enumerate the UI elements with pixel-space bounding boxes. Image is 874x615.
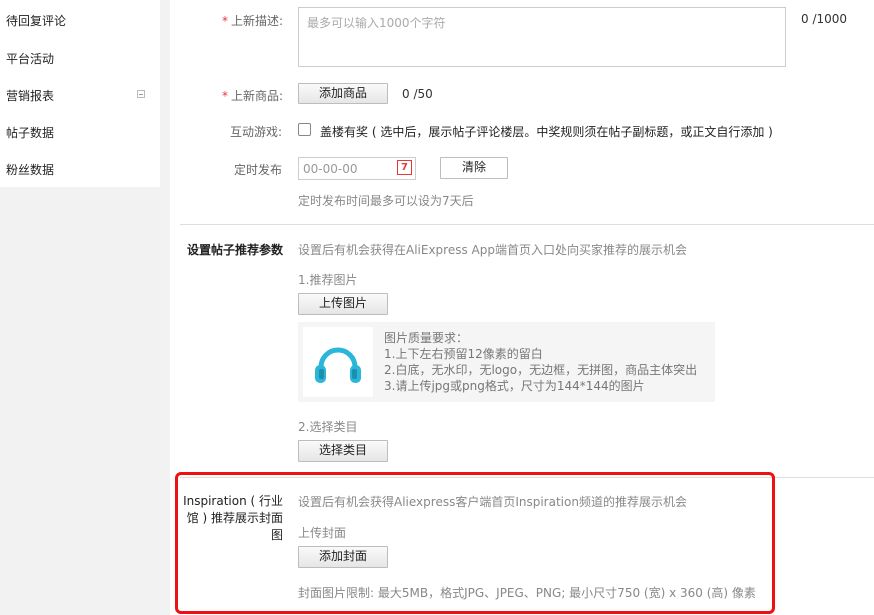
requirement-line: 1.上下左右预留12像素的留白 bbox=[384, 347, 543, 361]
recommend-section-title: 设置帖子推荐参数 bbox=[187, 243, 284, 257]
schedule-date-placeholder: 00-00-00 bbox=[303, 162, 358, 176]
description-label-row: * 上新描述: bbox=[222, 12, 283, 29]
lottery-checkbox[interactable] bbox=[298, 123, 311, 136]
highlight-frame bbox=[175, 472, 775, 614]
requirement-line: 3.请上传jpg或png格式，尺寸为144*144的图片 bbox=[384, 379, 645, 393]
products-counter: 0 /50 bbox=[402, 87, 433, 101]
headphones-icon bbox=[315, 347, 361, 383]
sidebar: 待回复评论 平台活动 营销报表 帖子数据 粉丝数据 bbox=[0, 0, 160, 187]
select-category-button[interactable]: 选择类目 bbox=[298, 440, 388, 462]
description-placeholder: 最多可以输入1000个字符 bbox=[307, 16, 446, 30]
products-label: 上新商品: bbox=[231, 89, 284, 103]
sidebar-item-fans-data[interactable]: 粉丝数据 bbox=[6, 161, 54, 178]
lottery-checkbox-text: 盖楼有奖 ( 选中后，展示帖子评论楼层。中奖规则须在帖子副标题，或正文自行添加 … bbox=[320, 123, 773, 140]
requirements-title: 图片质量要求： bbox=[384, 331, 469, 345]
required-mark: * bbox=[222, 14, 228, 28]
add-product-button[interactable]: 添加商品 bbox=[298, 83, 388, 104]
recommend-step1-label: 1.推荐图片 bbox=[298, 273, 358, 287]
section-divider bbox=[180, 224, 874, 225]
calendar-icon[interactable]: 7 bbox=[397, 160, 412, 175]
headphones-image bbox=[303, 327, 373, 397]
products-count: 0 bbox=[402, 87, 410, 101]
description-count: 0 bbox=[801, 12, 809, 26]
game-label: 互动游戏: bbox=[230, 125, 283, 139]
required-mark: * bbox=[222, 89, 228, 103]
requirement-line: 2.白底，无水印，无logo，无边框，无拼图，商品主体突出 bbox=[384, 363, 698, 377]
products-max: /50 bbox=[413, 87, 433, 101]
schedule-hint: 定时发布时间最多可以设为7天后 bbox=[298, 194, 474, 208]
collapse-icon[interactable] bbox=[137, 90, 145, 98]
description-label: 上新描述: bbox=[231, 14, 284, 28]
recommend-step2-label: 2.选择类目 bbox=[298, 420, 358, 434]
schedule-date-input[interactable]: 00-00-00 7 bbox=[298, 157, 416, 180]
sidebar-item-pending-comments[interactable]: 待回复评论 bbox=[6, 12, 66, 29]
lottery-checkbox-label: 盖楼有奖 bbox=[320, 125, 369, 139]
sidebar-item-platform-activities[interactable]: 平台活动 bbox=[6, 50, 54, 67]
recommend-description: 设置后有机会获得在AliExpress App端首页入口处向买家推荐的展示机会 bbox=[298, 243, 687, 257]
clear-schedule-button[interactable]: 清除 bbox=[440, 157, 508, 179]
sidebar-item-marketing-reports[interactable]: 营销报表 bbox=[6, 87, 54, 104]
upload-image-button[interactable]: 上传图片 bbox=[298, 293, 388, 315]
schedule-label: 定时发布 bbox=[234, 163, 283, 177]
description-textarea[interactable]: 最多可以输入1000个字符 bbox=[298, 7, 786, 67]
sidebar-item-post-data[interactable]: 帖子数据 bbox=[6, 124, 54, 141]
lottery-checkbox-note: ( 选中后，展示帖子评论楼层。中奖规则须在帖子副标题，或正文自行添加 ) bbox=[371, 125, 773, 139]
description-max: /1000 bbox=[812, 12, 848, 26]
description-counter: 0 /1000 bbox=[801, 12, 847, 26]
products-label-row: * 上新商品: bbox=[222, 87, 283, 104]
